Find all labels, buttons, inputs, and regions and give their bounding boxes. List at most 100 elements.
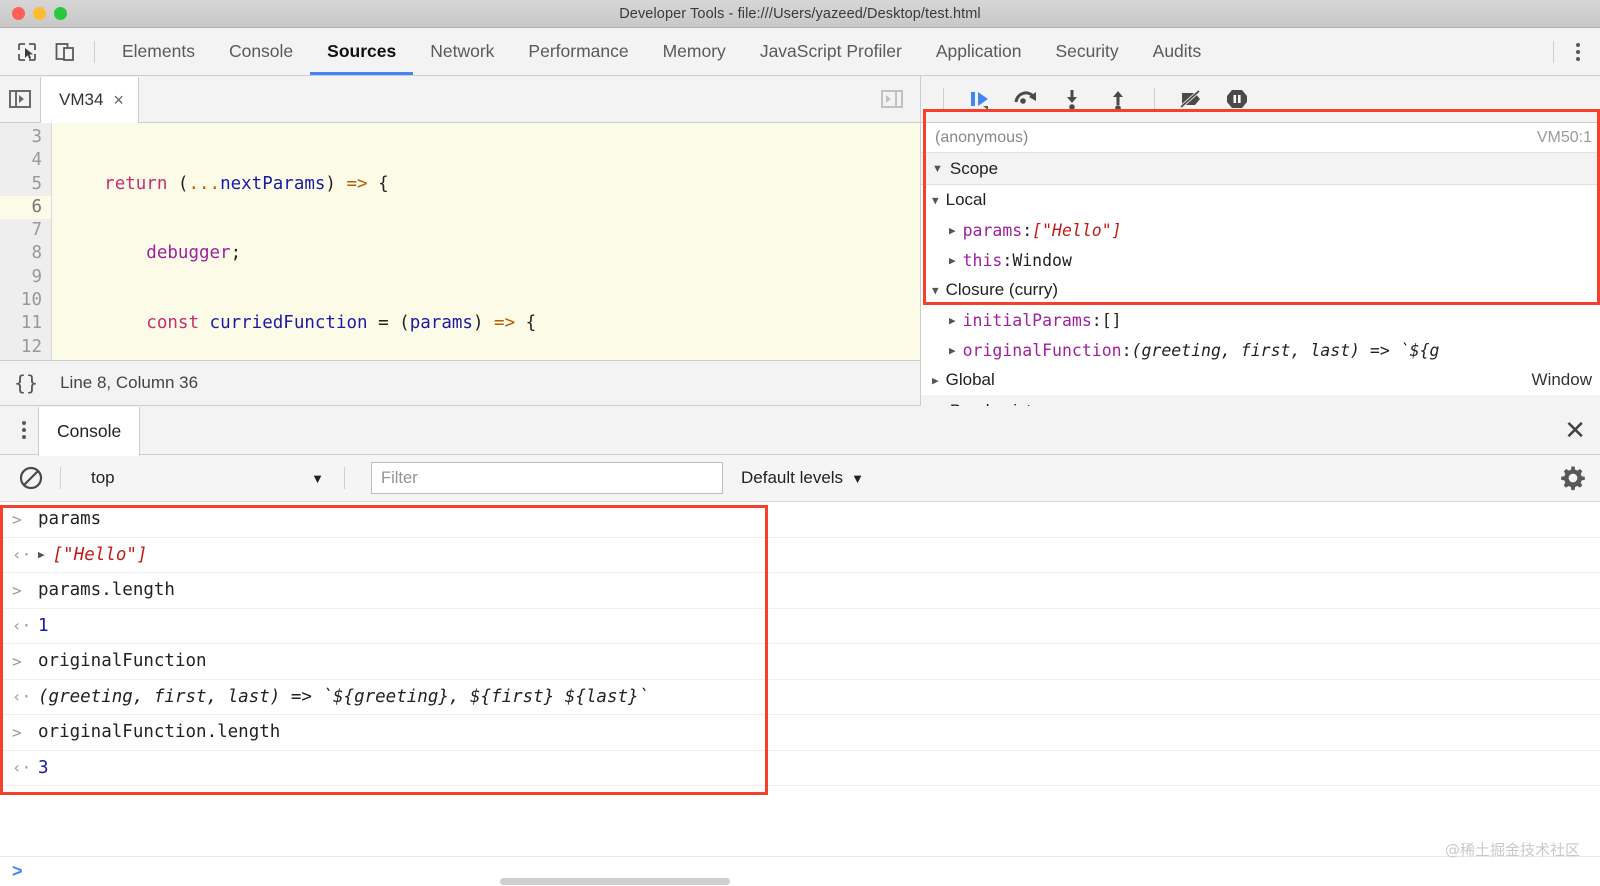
pause-on-exceptions-icon[interactable] bbox=[1217, 81, 1257, 117]
step-into-icon[interactable] bbox=[1052, 81, 1092, 117]
show-navigator-icon[interactable] bbox=[0, 88, 40, 110]
scope-entry-value: ["Hello"] bbox=[1032, 221, 1121, 240]
line-number-current[interactable]: 6 bbox=[0, 196, 51, 219]
console-result-row[interactable]: ‹· ▶ ["Hello"] bbox=[0, 538, 1600, 574]
panel-tabs: Elements Console Sources Network Perform… bbox=[105, 28, 1218, 75]
drawer-kebab-menu-icon[interactable] bbox=[10, 415, 38, 445]
scope-section-label: Scope bbox=[950, 159, 998, 179]
show-debugger-icon[interactable] bbox=[870, 88, 914, 110]
scope-entry-initialparams[interactable]: ▶ initialParams: [] bbox=[921, 305, 1600, 335]
source-editor-pane: VM34 × 3 4 5 6 7 8 bbox=[0, 76, 921, 405]
scope-entry-sep: : bbox=[1092, 311, 1102, 330]
scope-entry-sep: : bbox=[1022, 221, 1032, 240]
debugger-toolbar-divider bbox=[943, 88, 944, 110]
console-command-row[interactable]: > params.length bbox=[0, 573, 1600, 609]
line-number[interactable]: 12 bbox=[0, 336, 51, 359]
clear-console-icon[interactable] bbox=[12, 460, 50, 496]
code-editor[interactable]: 3 4 5 6 7 8 9 10 11 12 13 14 return (...… bbox=[0, 123, 920, 360]
console-result-row[interactable]: ‹· (greeting, first, last) => `${greetin… bbox=[0, 680, 1600, 716]
tab-application[interactable]: Application bbox=[919, 28, 1039, 75]
close-drawer-icon[interactable]: ✕ bbox=[1564, 417, 1586, 443]
step-out-icon[interactable] bbox=[1098, 81, 1138, 117]
tab-javascript-profiler[interactable]: JavaScript Profiler bbox=[743, 28, 919, 75]
line-number[interactable]: 13 bbox=[0, 359, 51, 360]
scope-group-label: Closure (curry) bbox=[946, 280, 1058, 300]
scope-entry-value: (greeting, first, last) => `${g bbox=[1132, 341, 1440, 360]
result-arrow-icon: ‹· bbox=[12, 758, 38, 777]
tab-network[interactable]: Network bbox=[413, 28, 511, 75]
devtools-tabstrip: Elements Console Sources Network Perform… bbox=[0, 28, 1600, 76]
line-number[interactable]: 3 bbox=[0, 126, 51, 149]
line-number[interactable]: 8 bbox=[0, 242, 51, 265]
scope-entry-this[interactable]: ▶ this: Window bbox=[921, 245, 1600, 275]
console-command-text: params.length bbox=[38, 580, 175, 600]
chevron-down-icon: ▼ bbox=[932, 284, 939, 297]
console-output[interactable]: > params ‹· ▶ ["Hello"] > params.length … bbox=[0, 502, 1600, 856]
line-number[interactable]: 11 bbox=[0, 312, 51, 335]
console-drawer: Console ✕ top ▼ Default levels ▼ bbox=[0, 406, 1600, 886]
execution-context-selector[interactable]: top ▼ bbox=[79, 463, 334, 493]
scope-group-label: Global bbox=[946, 370, 995, 390]
tab-console[interactable]: Console bbox=[212, 28, 310, 75]
console-command-row[interactable]: > params bbox=[0, 502, 1600, 538]
resume-icon[interactable] bbox=[960, 81, 1000, 117]
scope-entry-params[interactable]: ▶ params: ["Hello"] bbox=[921, 215, 1600, 245]
console-input-prompt[interactable]: > bbox=[0, 856, 1600, 886]
scope-section-header[interactable]: ▼ Scope bbox=[921, 153, 1600, 185]
tab-audits[interactable]: Audits bbox=[1136, 28, 1219, 75]
console-log-levels-selector[interactable]: Default levels ▼ bbox=[741, 468, 864, 488]
tab-performance[interactable]: Performance bbox=[511, 28, 645, 75]
callstack-frame[interactable]: (anonymous) VM50:1 bbox=[921, 123, 1600, 153]
pretty-print-icon[interactable]: {} bbox=[14, 371, 38, 395]
console-command-text: params bbox=[38, 509, 101, 529]
scope-entry-originalfunction[interactable]: ▶ originalFunction: (greeting, first, la… bbox=[921, 335, 1600, 365]
line-number[interactable]: 7 bbox=[0, 219, 51, 242]
console-command-row[interactable]: > originalFunction.length bbox=[0, 715, 1600, 751]
inspect-cursor-icon[interactable] bbox=[10, 35, 44, 69]
drawer-tab-console[interactable]: Console bbox=[38, 407, 140, 456]
callstack-frame-name: (anonymous) bbox=[935, 129, 1028, 147]
tab-elements[interactable]: Elements bbox=[105, 28, 212, 75]
scope-group-global[interactable]: ▶ Global Window bbox=[921, 365, 1600, 395]
console-result-row[interactable]: ‹· 1 bbox=[0, 609, 1600, 645]
window-title: Developer Tools - file:///Users/yazeed/D… bbox=[0, 6, 1600, 22]
chevron-right-icon[interactable]: ▶ bbox=[949, 314, 956, 327]
step-over-icon[interactable] bbox=[1006, 81, 1046, 117]
line-number[interactable]: 5 bbox=[0, 173, 51, 196]
line-number-gutter: 3 4 5 6 7 8 9 10 11 12 13 14 bbox=[0, 123, 52, 360]
chevron-right-icon[interactable]: ▶ bbox=[932, 374, 939, 387]
file-tab-vm34[interactable]: VM34 × bbox=[40, 77, 139, 124]
chevron-right-icon[interactable]: ▶ bbox=[949, 344, 956, 357]
command-arrow-icon: > bbox=[12, 723, 38, 742]
gear-icon[interactable] bbox=[1560, 465, 1586, 491]
console-result-row[interactable]: ‹· 3 bbox=[0, 751, 1600, 787]
kebab-menu-icon[interactable] bbox=[1564, 37, 1592, 67]
scope-entry-name: initialParams bbox=[963, 311, 1092, 330]
console-toolbar: top ▼ Default levels ▼ bbox=[0, 455, 1600, 502]
deactivate-breakpoints-icon[interactable] bbox=[1171, 81, 1211, 117]
code-text-area[interactable]: return (...nextParams) => { debugger; co… bbox=[52, 123, 920, 360]
console-toolbar-divider bbox=[60, 467, 61, 489]
debugger-toolbar bbox=[921, 76, 1600, 123]
debugger-sidebar: (anonymous) VM50:1 ▼ Scope ▼ Local ▶ par… bbox=[921, 76, 1600, 405]
execution-context-value: top bbox=[91, 468, 115, 488]
horizontal-scrollbar[interactable] bbox=[500, 878, 730, 885]
file-tabbar: VM34 × bbox=[0, 76, 920, 123]
line-number[interactable]: 10 bbox=[0, 289, 51, 312]
device-toolbar-icon[interactable] bbox=[48, 35, 82, 69]
log-levels-label: Default levels bbox=[741, 468, 843, 488]
scope-group-closure[interactable]: ▼ Closure (curry) bbox=[921, 275, 1600, 305]
chevron-right-icon[interactable]: ▶ bbox=[38, 548, 45, 561]
chevron-right-icon[interactable]: ▶ bbox=[949, 254, 956, 267]
console-command-row[interactable]: > originalFunction bbox=[0, 644, 1600, 680]
cursor-position: Line 8, Column 36 bbox=[60, 373, 198, 393]
chevron-right-icon[interactable]: ▶ bbox=[949, 224, 956, 237]
tab-sources[interactable]: Sources bbox=[310, 28, 413, 75]
scope-group-local[interactable]: ▼ Local bbox=[921, 185, 1600, 215]
console-filter-input[interactable] bbox=[371, 462, 723, 494]
tab-security[interactable]: Security bbox=[1038, 28, 1135, 75]
line-number[interactable]: 9 bbox=[0, 266, 51, 289]
close-icon[interactable]: × bbox=[113, 91, 124, 109]
line-number[interactable]: 4 bbox=[0, 149, 51, 172]
tab-memory[interactable]: Memory bbox=[646, 28, 743, 75]
